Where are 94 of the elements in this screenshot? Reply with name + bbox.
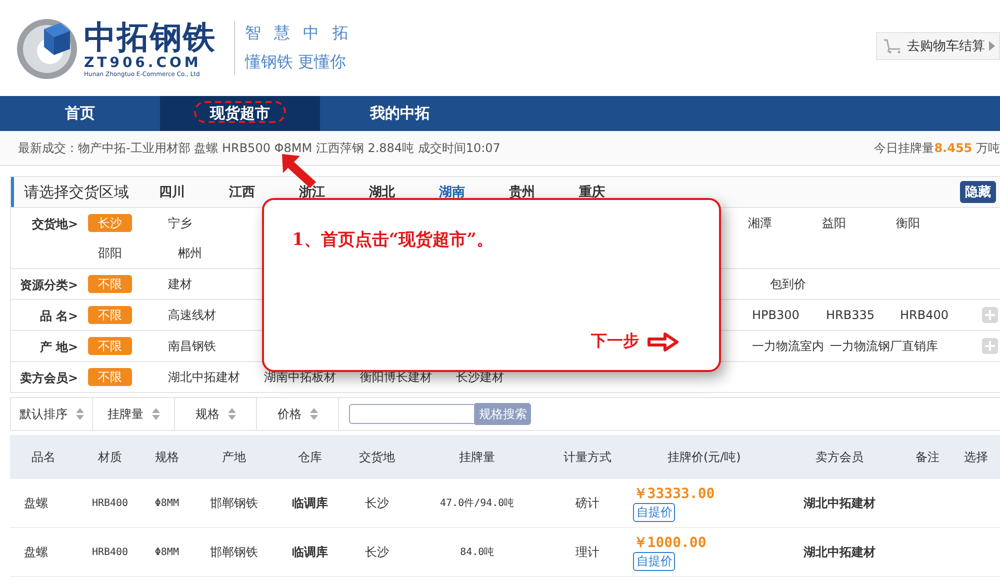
sort-button[interactable]: 规格	[175, 398, 257, 430]
sort-icon	[76, 407, 84, 421]
panel-title: 请选择交货区域	[24, 182, 129, 202]
filter-label: 产 地>	[38, 339, 78, 356]
filter-label: 资源分类>	[18, 277, 78, 294]
column-header: 仓库	[277, 435, 343, 479]
filter-option[interactable]: 益阳	[822, 214, 896, 232]
table-cell: 理计	[542, 528, 632, 576]
table-cell: 湖北中拓建材	[776, 528, 904, 576]
region-tab[interactable]: 江西	[229, 183, 299, 201]
region-tab[interactable]: 贵州	[509, 183, 579, 201]
column-header: 规格	[142, 435, 192, 479]
filter-option[interactable]: HRB400	[900, 308, 948, 322]
region-tab[interactable]: 湖南	[439, 183, 509, 201]
today-listing-value: 8.455	[934, 140, 972, 154]
filter-option[interactable]: 长沙建材	[456, 368, 536, 386]
next-step-button[interactable]: 下一步	[591, 331, 679, 352]
filter-option[interactable]: 郴州	[178, 244, 258, 262]
column-header: 挂牌价(元/吨)	[632, 435, 776, 479]
filter-label: 交货地>	[30, 216, 78, 233]
plus-icon[interactable]	[982, 338, 998, 354]
filter-label: 品 名>	[38, 308, 78, 325]
region-tab[interactable]: 浙江	[299, 183, 369, 201]
table-cell: 磅计	[542, 479, 632, 528]
table-cell: 长沙	[342, 528, 412, 576]
table-cell: 湖北中拓建材	[776, 479, 904, 528]
today-listing-label: 今日挂牌量	[874, 140, 934, 154]
column-header: 备注	[903, 435, 952, 479]
nav-tab[interactable]: 首页	[0, 96, 160, 131]
table-cell: 临调库	[277, 479, 343, 528]
table-cell: 47.0件/94.0吨	[412, 479, 543, 528]
filter-option[interactable]: 南昌钢铁	[168, 338, 248, 354]
plus-icon[interactable]	[982, 307, 998, 323]
guide-message: 1、首页点击“现货超市”。	[292, 229, 494, 251]
nav-tab[interactable]: 我的中拓	[320, 96, 480, 131]
filter-option[interactable]: 衡阳	[896, 214, 920, 232]
sort-button[interactable]: 挂牌量	[93, 398, 175, 430]
filter-option[interactable]: 建材	[168, 276, 248, 292]
sort-button[interactable]: 价格	[257, 398, 339, 430]
sort-button[interactable]: 默认排序	[11, 398, 93, 430]
filter-option[interactable]: HRB335	[826, 308, 900, 322]
sort-icon	[152, 407, 160, 421]
table-cell: Φ8MM	[142, 528, 192, 576]
sort-icon	[310, 407, 318, 421]
table-cell: 盘螺	[10, 479, 78, 528]
cart-icon	[883, 38, 903, 54]
price-text: ￥33333.00	[633, 484, 716, 502]
table-cell: Φ8MM	[142, 479, 192, 528]
hide-button[interactable]: 隐藏	[960, 181, 996, 203]
column-header: 选择	[952, 435, 1000, 479]
region-tab[interactable]: 重庆	[579, 183, 649, 201]
region-tab[interactable]: 湖北	[369, 183, 439, 201]
table-cell: 长沙	[342, 479, 412, 528]
filter-option[interactable]: 湘潭	[748, 214, 822, 232]
filter-option[interactable]: 湖北中拓建材	[168, 368, 252, 386]
region-tab[interactable]: 四川	[159, 183, 229, 201]
column-header: 品名	[10, 435, 78, 479]
table-cell: 盘螺	[10, 528, 78, 576]
today-listing-unit: 万吨	[976, 140, 1000, 154]
filter-option[interactable]: HPB300	[752, 308, 826, 322]
table-cell: 邯郸钢铁	[191, 528, 278, 576]
sort-icon	[228, 407, 236, 421]
filter-option[interactable]: 高速线材	[168, 306, 248, 324]
arrow-right-icon	[647, 332, 679, 352]
caret-icon	[989, 41, 995, 51]
table-cell: 84.0吨	[412, 528, 543, 576]
filter-label: 卖方会员>	[18, 370, 78, 387]
column-header: 计量方式	[542, 435, 632, 479]
filter-option[interactable]: 湖南中拓板材	[264, 368, 348, 386]
filter-option[interactable]: 邵阳	[98, 244, 178, 262]
filter-option[interactable]: 一力物流室内	[752, 338, 830, 354]
table-cell: 临调库	[277, 528, 343, 576]
column-header: 交货地	[342, 435, 412, 479]
price-text: ￥1000.00	[633, 534, 708, 552]
table-cell: HRB400	[77, 528, 143, 576]
table-cell: 邯郸钢铁	[191, 479, 278, 528]
spec-search-field[interactable]	[349, 404, 475, 424]
filter-option[interactable]: 包到价	[770, 276, 806, 292]
slogan-text: 懂钢铁 更懂你	[245, 52, 348, 73]
slogan-text: 智 慧 中 拓	[245, 23, 352, 44]
filter-option[interactable]: 宁乡	[168, 214, 248, 232]
nav-tab[interactable]: 现货超市	[160, 96, 320, 131]
column-header: 产地	[191, 435, 278, 479]
column-header: 挂牌量	[412, 435, 543, 479]
cart-button[interactable]: 去购物车结算	[876, 32, 1000, 60]
column-header: 材质	[77, 435, 143, 479]
column-header: 卖方会员	[776, 435, 904, 479]
filter-option[interactable]: 一力物流钢厂直销库	[830, 338, 938, 354]
table-cell: HRB400	[77, 479, 143, 528]
pickup-price-tag: 自提价	[633, 552, 676, 570]
brand-name: 中拓钢铁	[84, 18, 216, 54]
latest-deal-text: 最新成交：物产中拓-工业用材部 盘螺 HRB500 Φ8MM 江西萍钢 2.884吨 成交时间10:07	[18, 140, 500, 156]
pickup-price-tag: 自提价	[633, 502, 676, 522]
domain-text: ZT906.COM	[84, 54, 202, 70]
